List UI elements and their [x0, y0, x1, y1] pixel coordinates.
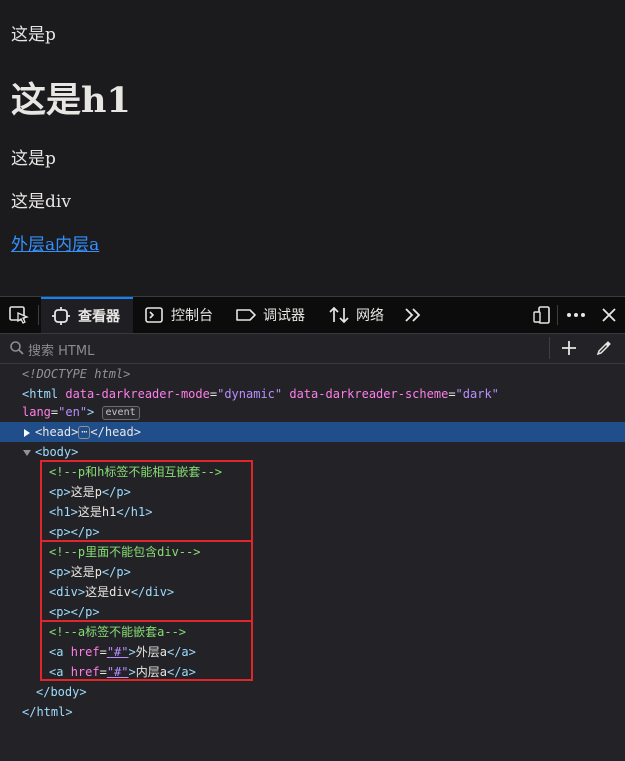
collapsed-ellipsis[interactable]: ⋯ — [78, 426, 91, 439]
more-horizontal-icon — [567, 313, 585, 317]
devtools-menu-button[interactable] — [565, 297, 587, 333]
paragraph: 这是p — [11, 25, 56, 45]
paragraph: 这是p — [11, 149, 56, 169]
annotation-box — [40, 620, 253, 681]
html-close-node: </html> — [22, 705, 73, 719]
head-node[interactable]: <head> ⋯ </head> — [22, 422, 141, 442]
debugger-icon — [236, 309, 256, 321]
tab-label: 查看器 — [78, 309, 120, 325]
heading-h1: 这是h1 — [11, 80, 131, 121]
body-close-node: </body> — [36, 685, 87, 699]
doctype-node[interactable]: <!DOCTYPE html> — [22, 364, 130, 384]
event-badge[interactable]: event — [101, 405, 140, 420]
search-icon — [10, 341, 24, 355]
tab-label: 网络 — [356, 308, 384, 324]
html-node[interactable]: <html data-darkreader-mode="dynamic" dat… — [22, 384, 499, 404]
close-icon — [602, 308, 616, 322]
tab-network[interactable]: 网络 — [328, 297, 384, 333]
chevron-double-right-icon — [405, 308, 421, 322]
page-content: 这是p 这是h1 这是p 这是div 外层a内层a — [0, 0, 625, 296]
expand-arrow-icon[interactable] — [22, 428, 32, 438]
tab-label: 控制台 — [171, 308, 213, 324]
inspector-icon — [52, 307, 70, 325]
close-devtools-button[interactable] — [599, 297, 619, 333]
devtools-toolbar: 查看器 控制台 调试器 网络 — [0, 297, 625, 334]
responsive-mode-icon — [533, 306, 550, 324]
links-line: 外层a内层a — [11, 230, 99, 255]
outer-link[interactable]: 外层a — [11, 235, 55, 255]
collapse-arrow-icon[interactable] — [22, 448, 32, 458]
annotation-box — [40, 460, 253, 542]
tab-console[interactable]: 控制台 — [144, 297, 213, 333]
div-text: 这是div — [11, 192, 71, 212]
add-node-icon[interactable] — [560, 339, 578, 357]
tab-label: 调试器 — [263, 308, 305, 324]
html-node-cont: lang="en"> event — [22, 402, 140, 422]
annotation-box — [40, 540, 253, 622]
devtools-panel: 查看器 控制台 调试器 网络 搜索 HTML <!DOCTYPE html> <… — [0, 296, 625, 761]
more-tools-button[interactable] — [402, 297, 424, 333]
responsive-design-button[interactable] — [532, 297, 552, 333]
network-icon — [329, 306, 349, 324]
eyedropper-icon[interactable] — [595, 339, 613, 357]
tab-inspector[interactable]: 查看器 — [41, 297, 133, 333]
search-bar: 搜索 HTML — [0, 333, 625, 364]
element-picker-button[interactable] — [8, 297, 30, 333]
body-node[interactable]: <body> — [22, 442, 78, 462]
search-input[interactable]: 搜索 HTML — [28, 340, 94, 359]
tab-debugger[interactable]: 调试器 — [235, 297, 305, 333]
inner-link[interactable]: 内层a — [55, 235, 99, 255]
pick-element-icon — [9, 306, 29, 324]
console-icon — [145, 307, 163, 323]
